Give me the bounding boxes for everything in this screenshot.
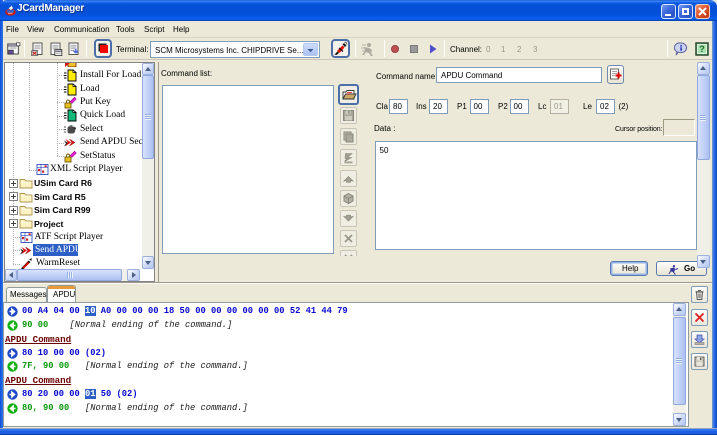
svg-text:?: ? (699, 44, 705, 54)
